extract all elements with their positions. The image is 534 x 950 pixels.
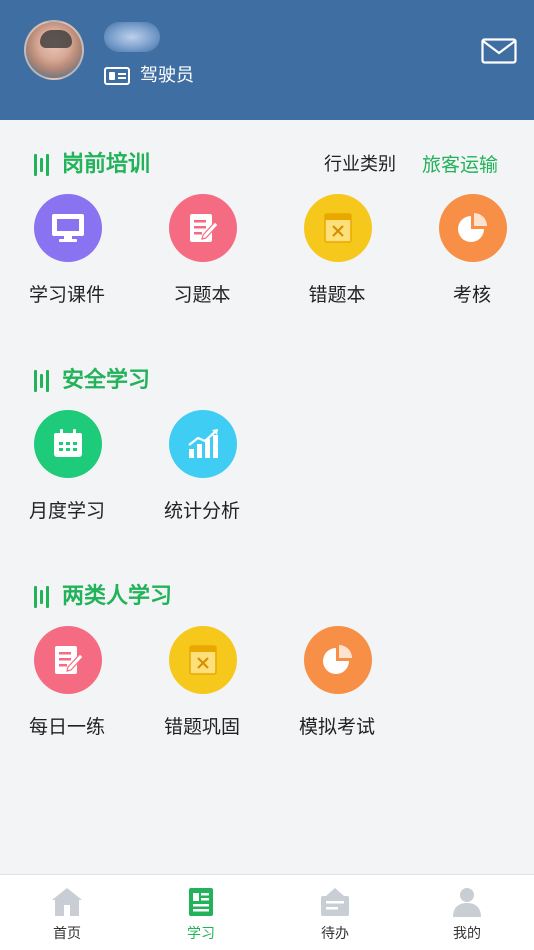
- monitor-icon: [34, 194, 102, 262]
- tile-statistics[interactable]: 统计分析: [135, 410, 269, 530]
- tile-label: 错题巩固: [163, 716, 240, 738]
- profile-icon: [453, 888, 481, 917]
- section-bar-icon: [34, 154, 50, 176]
- section-title: 安全学习: [62, 368, 151, 393]
- industry-category-label: 行业类别: [324, 154, 396, 175]
- section-title: 岗前培训: [62, 152, 151, 177]
- nav-item-home[interactable]: 首页: [0, 875, 134, 950]
- id-card-icon: [104, 67, 130, 85]
- tile-assessment[interactable]: 考核: [405, 194, 534, 314]
- section-title: 两类人学习: [62, 584, 173, 609]
- tile-courseware[interactable]: 学习课件: [0, 194, 134, 314]
- section-bar-icon: [34, 370, 50, 392]
- section-header-safety-learning: 安全学习: [0, 366, 534, 396]
- tile-label: 统计分析: [163, 500, 240, 522]
- tile-daily-practice[interactable]: 每日一练: [0, 626, 134, 746]
- tile-wrong-review[interactable]: 错题巩固: [135, 626, 269, 746]
- nav-item-profile[interactable]: 我的: [400, 875, 534, 950]
- wrong-book-icon: [169, 626, 237, 694]
- pie-chart-icon: [304, 626, 372, 694]
- wrong-book-icon: [304, 194, 372, 262]
- study-icon: [189, 888, 213, 916]
- tile-label: 月度学习: [28, 500, 105, 522]
- user-avatar[interactable]: [24, 20, 84, 80]
- nav-label: 待办: [321, 926, 349, 942]
- tile-mock-exam[interactable]: 模拟考试: [270, 626, 404, 746]
- pie-chart-icon: [439, 194, 507, 262]
- role-label: 驾驶员: [140, 65, 194, 86]
- calendar-icon: [34, 410, 102, 478]
- user-name-blurred: [104, 22, 160, 52]
- edit-notebook-icon: [169, 194, 237, 262]
- tile-label: 每日一练: [28, 716, 105, 738]
- role-row: 驾驶员: [104, 64, 194, 88]
- nav-label: 首页: [53, 926, 81, 942]
- home-icon: [52, 888, 82, 916]
- nav-item-study[interactable]: 学习: [134, 875, 268, 950]
- tile-label: 模拟考试: [298, 716, 375, 738]
- industry-category-value[interactable]: 旅客运输: [422, 150, 498, 180]
- tile-wrong-book[interactable]: 错题本: [270, 194, 404, 314]
- tile-monthly-learning[interactable]: 月度学习: [0, 410, 134, 530]
- nav-label: 学习: [187, 926, 215, 942]
- section-header-pre-job-training: 岗前培训 行业类别 旅客运输: [0, 150, 534, 180]
- tile-label: 考核: [452, 284, 491, 306]
- tile-label: 学习课件: [28, 284, 105, 306]
- edit-notebook-icon: [34, 626, 102, 694]
- todo-icon: [321, 888, 349, 916]
- nav-item-todo[interactable]: 待办: [268, 875, 402, 950]
- nav-label: 我的: [453, 926, 481, 942]
- tile-exercise-book[interactable]: 习题本: [135, 194, 269, 314]
- section-header-two-types-learning: 两类人学习: [0, 582, 534, 612]
- bottom-nav: 首页 学习 待办 我的: [0, 874, 534, 950]
- bar-chart-icon: [169, 410, 237, 478]
- tile-label: 错题本: [308, 284, 366, 306]
- section-bar-icon: [34, 586, 50, 608]
- profile-header: 驾驶员: [0, 0, 534, 120]
- tile-label: 习题本: [173, 284, 231, 306]
- mail-icon[interactable]: [481, 38, 517, 64]
